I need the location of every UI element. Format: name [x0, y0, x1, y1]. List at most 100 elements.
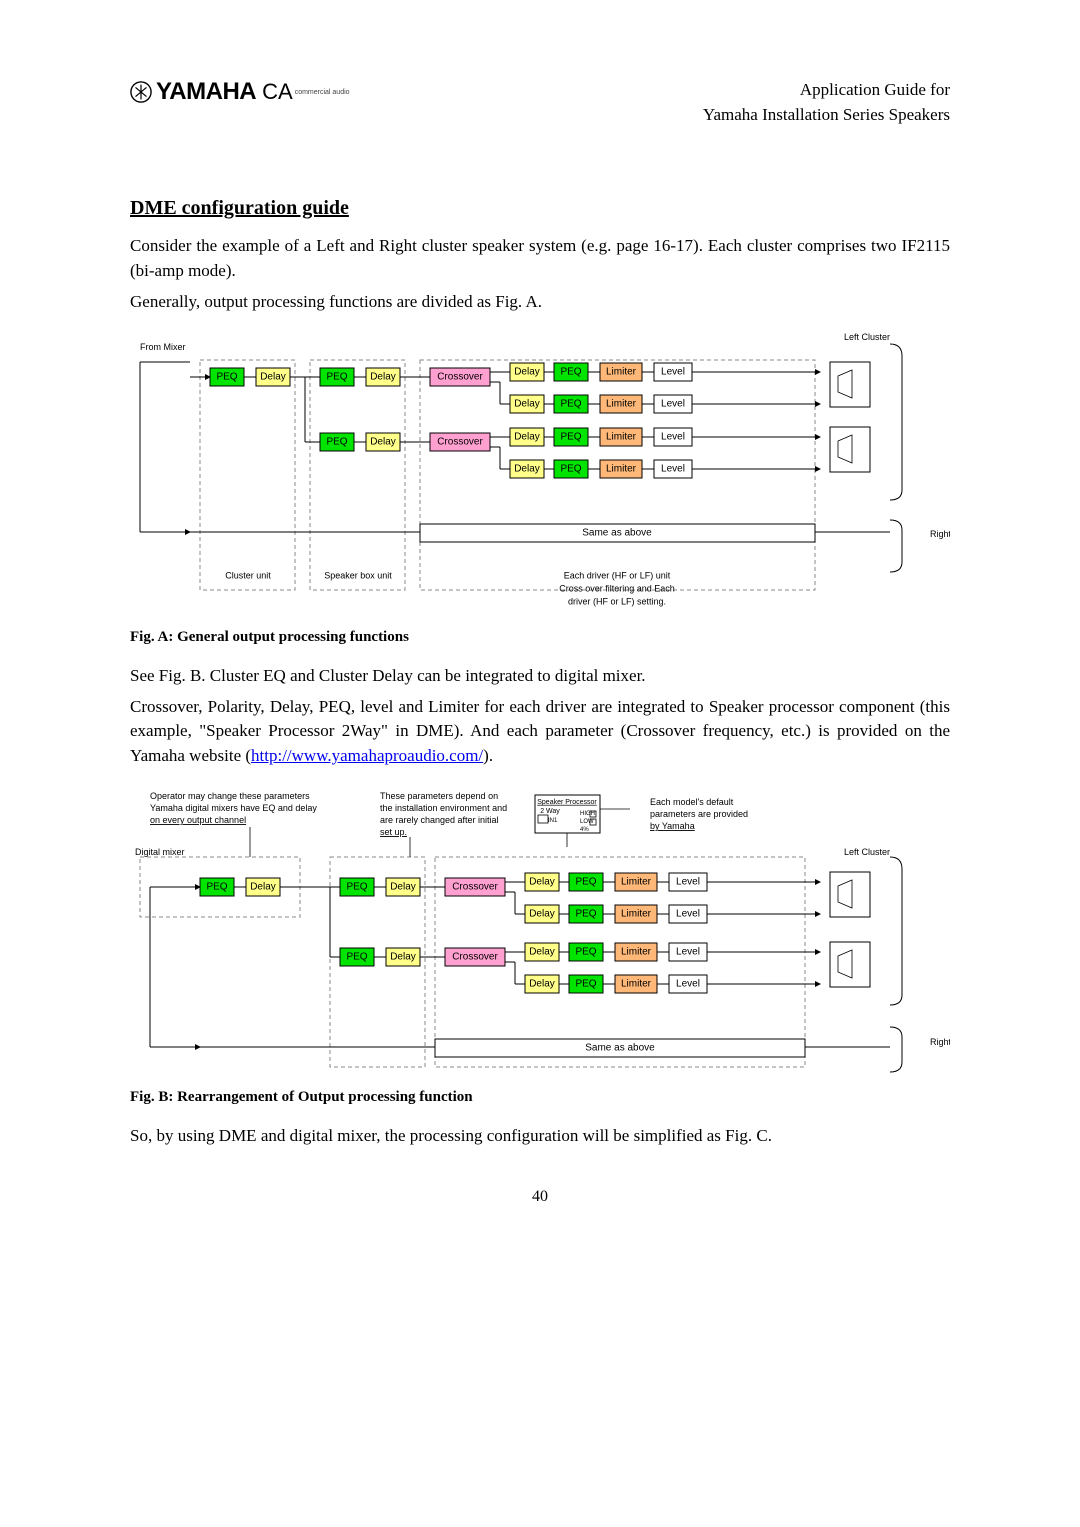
svg-text:Each model's default: Each model's default [650, 797, 734, 807]
svg-text:are rarely changed after initi: are rarely changed after initial [380, 815, 499, 825]
svg-text:IN1: IN1 [548, 818, 558, 824]
svg-text:Level: Level [676, 946, 700, 957]
svg-text:PEQ: PEQ [560, 464, 581, 475]
svg-text:Delay: Delay [260, 372, 286, 383]
left-cluster-label: Left Cluster [844, 332, 890, 342]
figure-b: Operator may change these parameters Yam… [130, 787, 950, 1077]
svg-text:Limiter: Limiter [606, 367, 637, 378]
paragraph-4: Crossover, Polarity, Delay, PEQ, level a… [130, 695, 950, 769]
svg-text:Delay: Delay [250, 881, 276, 892]
right-cluster-label: Right Cluster [930, 529, 950, 539]
p4-text-b: ). [483, 746, 493, 765]
svg-text:Delay: Delay [370, 372, 396, 383]
svg-text:Speaker Processor: Speaker Processor [537, 799, 597, 806]
section-title: DME configuration guide [130, 197, 950, 220]
svg-text:Level: Level [661, 464, 685, 475]
svg-text:Limiter: Limiter [621, 946, 652, 957]
yamaha-link[interactable]: http://www.yamahaproaudio.com/ [251, 746, 483, 765]
svg-text:Delay: Delay [390, 881, 416, 892]
svg-text:Same as above: Same as above [582, 528, 652, 539]
svg-text:Limiter: Limiter [621, 876, 652, 887]
svg-text:Level: Level [661, 432, 685, 443]
svg-text:PEQ: PEQ [206, 881, 227, 892]
svg-text:Delay: Delay [529, 876, 555, 887]
svg-text:Delay: Delay [370, 437, 396, 448]
svg-text:Delay: Delay [514, 464, 540, 475]
svg-text:on every output channel: on every output channel [150, 815, 246, 825]
figure-a-caption: Fig. A: General output processing functi… [130, 629, 950, 646]
digital-mixer-label: Digital mixer [135, 847, 185, 857]
from-mixer-label: From Mixer [140, 342, 186, 352]
svg-text:Level: Level [661, 399, 685, 410]
svg-text:LOW: LOW [580, 819, 594, 825]
svg-text:PEQ: PEQ [326, 437, 347, 448]
svg-text:Cross over filtering and Each: Cross over filtering and Each [559, 584, 675, 594]
svg-text:Delay: Delay [390, 951, 416, 962]
svg-text:Limiter: Limiter [606, 399, 637, 410]
header-title: Application Guide for Yamaha Installatio… [703, 78, 950, 127]
svg-text:Level: Level [676, 908, 700, 919]
paragraph-3: See Fig. B. Cluster EQ and Cluster Delay… [130, 664, 950, 689]
svg-text:Same as above: Same as above [585, 1042, 655, 1053]
svg-text:4%: 4% [580, 827, 589, 833]
svg-text:Operator may change these para: Operator may change these parameters [150, 791, 310, 801]
figure-b-svg: Operator may change these parameters Yam… [130, 787, 950, 1077]
svg-text:PEQ: PEQ [216, 372, 237, 383]
svg-text:PEQ: PEQ [560, 399, 581, 410]
svg-text:Limiter: Limiter [606, 464, 637, 475]
svg-text:Limiter: Limiter [606, 432, 637, 443]
svg-text:the installation environment a: the installation environment and [380, 803, 507, 813]
svg-text:Delay: Delay [514, 399, 540, 410]
svg-text:Crossover: Crossover [437, 437, 483, 448]
svg-text:driver (HF or LF) setting.: driver (HF or LF) setting. [568, 597, 666, 607]
svg-text:parameters are provided: parameters are provided [650, 809, 748, 819]
tuning-fork-icon [130, 81, 152, 103]
svg-text:Right Cluster: Right Cluster [930, 1037, 950, 1047]
figure-b-caption: Fig. B: Rearrangement of Output processi… [130, 1089, 950, 1106]
paragraph-2: Generally, output processing functions a… [130, 290, 950, 315]
svg-text:HIGH: HIGH [580, 811, 595, 817]
svg-text:Delay: Delay [529, 978, 555, 989]
svg-text:PEQ: PEQ [346, 881, 367, 892]
svg-text:2 Way: 2 Way [540, 808, 560, 815]
svg-text:PEQ: PEQ [560, 367, 581, 378]
svg-text:Speaker box unit: Speaker box unit [324, 571, 392, 581]
svg-text:Each driver (HF or LF) unit: Each driver (HF or LF) unit [564, 571, 671, 581]
svg-text:PEQ: PEQ [575, 946, 596, 957]
svg-text:Delay: Delay [514, 432, 540, 443]
svg-text:Level: Level [676, 978, 700, 989]
svg-text:set up.: set up. [380, 827, 407, 837]
figure-a-svg: From Mixer Left Cluster Right Cluster PE… [130, 332, 950, 617]
svg-text:Delay: Delay [514, 367, 540, 378]
svg-text:Crossover: Crossover [437, 372, 483, 383]
svg-text:PEQ: PEQ [575, 908, 596, 919]
svg-text:Delay: Delay [529, 946, 555, 957]
svg-text:Level: Level [676, 876, 700, 887]
svg-text:PEQ: PEQ [346, 951, 367, 962]
paragraph-5: So, by using DME and digital mixer, the … [130, 1124, 950, 1149]
header-line2: Yamaha Installation Series Speakers [703, 103, 950, 128]
svg-text:by Yamaha: by Yamaha [650, 821, 695, 831]
ca-mark: CA [262, 79, 293, 105]
svg-text:Level: Level [661, 367, 685, 378]
ca-sub: commercial audio [295, 89, 350, 96]
svg-text:PEQ: PEQ [326, 372, 347, 383]
svg-text:Limiter: Limiter [621, 908, 652, 919]
page-header: YAMAHA CA commercial audio Application G… [130, 78, 950, 127]
svg-text:Limiter: Limiter [621, 978, 652, 989]
paragraph-1: Consider the example of a Left and Right… [130, 234, 950, 283]
header-line1: Application Guide for [703, 78, 950, 103]
svg-text:PEQ: PEQ [560, 432, 581, 443]
svg-text:PEQ: PEQ [575, 876, 596, 887]
brand-logo: YAMAHA CA commercial audio [130, 78, 350, 106]
svg-text:Yamaha digital mixers have EQ: Yamaha digital mixers have EQ and delay [150, 803, 317, 813]
svg-text:Cluster unit: Cluster unit [225, 571, 271, 581]
svg-text:Delay: Delay [529, 908, 555, 919]
svg-text:Left Cluster: Left Cluster [844, 847, 890, 857]
page-number: 40 [130, 1188, 950, 1206]
svg-text:Crossover: Crossover [452, 881, 498, 892]
brand-text: YAMAHA [156, 78, 256, 106]
svg-text:PEQ: PEQ [575, 978, 596, 989]
figure-a: From Mixer Left Cluster Right Cluster PE… [130, 332, 950, 617]
svg-text:These parameters depend on: These parameters depend on [380, 791, 498, 801]
